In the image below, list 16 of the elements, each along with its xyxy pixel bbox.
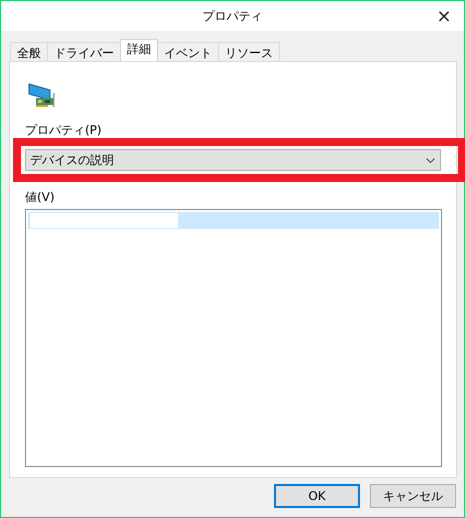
- list-row[interactable]: [28, 212, 439, 229]
- tab[interactable]: リソース: [218, 42, 280, 61]
- tab[interactable]: ドライバー: [47, 42, 121, 61]
- tab[interactable]: イベント: [157, 42, 219, 61]
- chevron-down-icon: [426, 158, 435, 162]
- tab[interactable]: 詳細: [120, 39, 158, 61]
- property-label: プロパティ(P): [25, 123, 103, 137]
- window-title: プロパティ: [202, 8, 264, 24]
- property-dropdown[interactable]: デバイスの説明: [25, 149, 441, 171]
- close-button[interactable]: ×: [424, 6, 464, 26]
- tab[interactable]: 全般: [10, 42, 48, 61]
- value-list[interactable]: [25, 209, 442, 467]
- value-label: 値(V): [25, 190, 56, 204]
- display-card-icon: [28, 81, 56, 109]
- cancel-button[interactable]: キャンセル: [370, 484, 456, 508]
- ok-button[interactable]: OK: [274, 484, 360, 508]
